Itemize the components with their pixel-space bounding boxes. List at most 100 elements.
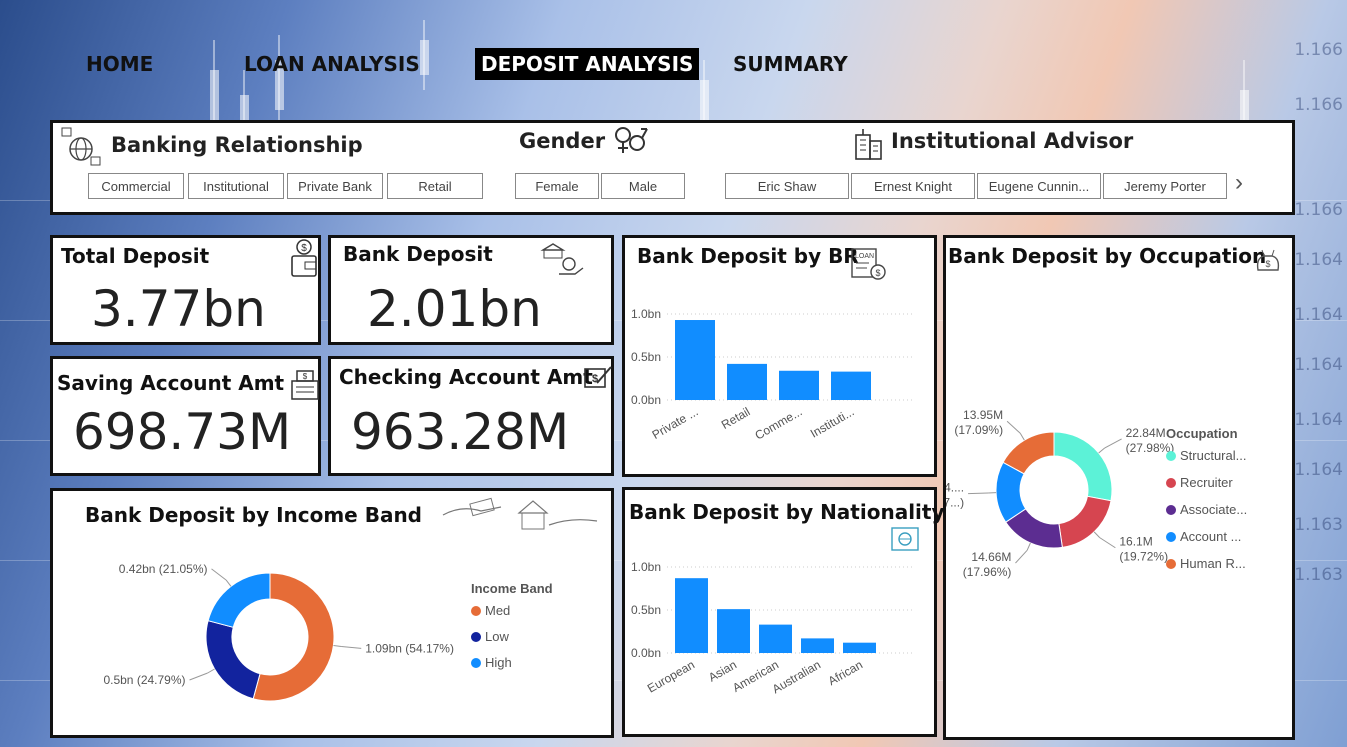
legend-marker [1166,451,1176,461]
leader-line [207,668,215,674]
card-title: Checking Account Amt [339,365,593,389]
y-tick-label: 0.0bn [631,393,661,407]
card-title: Total Deposit [61,244,210,268]
chip-advisor-eric-shaw[interactable]: Eric Shaw [725,173,849,199]
banking-network-icon [61,127,101,166]
bg-tick-label: 1.164 [1294,250,1343,270]
bar[interactable] [727,363,767,400]
bar[interactable] [831,371,871,400]
legend-marker [471,632,481,642]
building-icon [855,129,882,160]
bg-tick-label: 1.166 [1294,95,1343,115]
svg-text:$: $ [303,372,308,381]
svg-text:$: $ [592,373,598,385]
x-tick-label: Comme... [752,404,804,442]
legend-marker [1166,505,1176,515]
bank-deposit-by-nationality-chart: 1.0bn0.5bn0.0bnEuropean AsianAmericanAust… [631,560,915,696]
bar[interactable] [759,624,792,653]
money-bag-icon: $ [1256,249,1280,271]
legend-item[interactable]: Recruiter [1180,475,1233,490]
legend-marker [471,658,481,668]
donut-slice[interactable] [207,572,271,628]
data-label: 0.42bn (21.05%) [119,562,208,576]
legend-marker [471,606,481,616]
bg-tick-label: 1.163 [1294,515,1343,535]
slicer-panel: Banking Relationship Commercial Institut… [50,120,1295,215]
chip-female[interactable]: Female [515,173,599,199]
legend-marker [1166,532,1176,542]
bank-deposit-by-br-panel: Bank Deposit by BR LOAN $ 1.0bn 0.5bn 0.0b… [622,235,937,477]
total-deposit-value: 3.77bn [91,280,266,338]
leader-line [1019,433,1025,441]
data-label: 16.1M [1119,535,1152,549]
bar[interactable] [843,642,876,653]
legend-item[interactable]: Med [485,603,510,618]
legend-item[interactable]: Low [485,629,509,644]
bank-deposit-by-occupation-chart: 22.84M(27.98%) 16.1M(19.72%) 14.66M(17.96%… [946,408,1247,579]
legend-item[interactable]: Structural... [1180,448,1246,463]
chip-advisor-ernest-knight[interactable]: Ernest Knight [851,173,975,199]
bar[interactable] [717,609,750,653]
legend-marker [1166,478,1176,488]
x-tick-label: African [826,657,865,688]
x-tick-label: Australian [770,657,823,696]
data-label: 1.09bn (54.17%) [365,641,454,655]
x-tick-label: Retail [719,404,753,431]
chart-title: Bank Deposit by Income Band [85,503,423,527]
legend-item[interactable]: Associate... [1180,502,1247,517]
hand-money-house-icon [442,497,598,530]
bank-deposit-by-income-band-chart: 1.09bn (54.17%) 0.5bn (24.79%) 0.42bn (21.… [103,562,553,702]
bank-hand-icon [540,243,584,275]
card-title: Saving Account Amt [57,371,285,395]
bar[interactable] [801,638,834,653]
bar[interactable] [779,370,819,400]
institutional-advisor-title: Institutional Advisor [891,129,1134,153]
x-tick-label: Private ... [650,404,701,441]
card-checking-account: Checking Account Amt $ 963.28M [328,356,614,476]
bg-tick-label: 1.166 [1294,40,1343,60]
svg-text:$: $ [875,268,880,278]
nav-summary[interactable]: SUMMARY [727,48,854,80]
bar[interactable] [675,578,708,653]
data-label: (17...) [946,496,964,510]
chip-commercial[interactable]: Commercial [88,173,184,199]
y-tick-label: 0.5bn [631,350,661,364]
bg-tick-label: 1.166 [1294,200,1343,220]
legend-item[interactable]: Account ... [1180,529,1241,544]
nav-deposit-analysis[interactable]: DEPOSIT ANALYSIS [475,48,700,80]
y-tick-label: 0.0bn [631,646,661,660]
checking-account-value: 963.28M [351,403,570,461]
donut-slice[interactable] [1053,431,1113,502]
nav-loan-analysis[interactable]: LOAN ANALYSIS [238,48,426,80]
nav-home[interactable]: HOME [80,48,159,80]
chip-private-bank[interactable]: Private Bank [287,173,383,199]
data-label: (19.72%) [1119,550,1168,564]
chart-title: Bank Deposit by BR [637,244,859,268]
card-title: Bank Deposit [343,242,493,266]
leader-line [1093,531,1101,538]
data-label: 0.5bn (24.79%) [103,673,185,687]
bank-deposit-value: 2.01bn [367,280,542,338]
svg-text:$: $ [1265,259,1270,269]
chip-institutional[interactable]: Institutional [188,173,284,199]
data-label: (17.96%) [963,565,1012,579]
slicer-next-arrow[interactable]: › [1235,169,1243,197]
chip-advisor-eugene[interactable]: Eugene Cunnin... [977,173,1101,199]
card-bank-deposit: Bank Deposit 2.01bn [328,235,614,345]
bank-deposit-by-occupation-panel: Bank Deposit by Occupation $ 22.84M (27.9… [943,235,1295,740]
legend-item[interactable]: High [485,655,512,670]
bg-tick-label: 1.164 [1294,355,1343,375]
wallet-coin-icon: $ [291,239,317,277]
bar[interactable] [675,320,715,400]
chip-retail[interactable]: Retail [387,173,483,199]
svg-text:$: $ [301,243,307,254]
leader-line [1104,438,1122,449]
leader-line [341,646,362,649]
chip-male[interactable]: Male [601,173,685,199]
chip-advisor-jeremy-porter[interactable]: Jeremy Porter [1103,173,1227,199]
x-tick-label: European [645,657,697,695]
y-tick-label: 1.0bn [631,560,661,574]
donut-slice[interactable] [205,620,261,700]
loan-document-icon: LOAN $ [851,248,886,280]
legend-item[interactable]: Human R... [1180,556,1246,571]
